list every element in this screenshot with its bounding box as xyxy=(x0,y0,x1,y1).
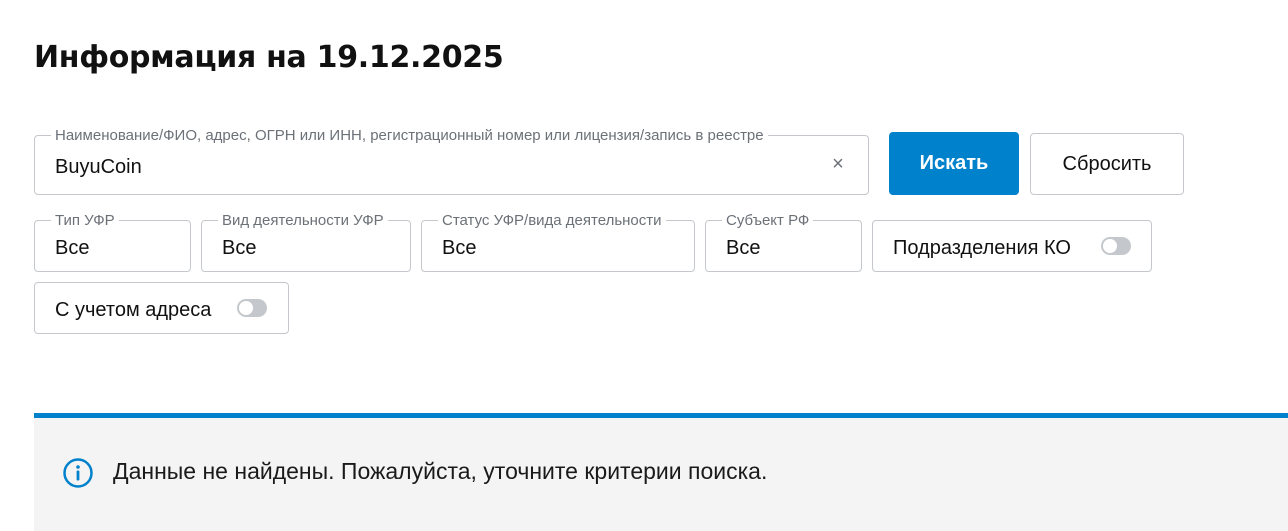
with-address-label: С учетом адреса xyxy=(55,299,212,321)
filter-ufr-type-value[interactable]: Все xyxy=(55,237,89,260)
filter-status-value[interactable]: Все xyxy=(442,237,476,260)
search-input[interactable]: Наименование/ФИО, адрес, ОГРН или ИНН, р… xyxy=(34,128,869,195)
search-input-label: Наименование/ФИО, адрес, ОГРН или ИНН, р… xyxy=(51,128,768,144)
filter-ufr-type-select[interactable]: Тип УФР Все xyxy=(34,213,191,272)
page-title: Информация на 19.12.2025 xyxy=(34,40,504,75)
with-address-toggle-field[interactable]: С учетом адреса xyxy=(34,282,289,334)
ko-divisions-toggle-field[interactable]: Подразделения КО xyxy=(872,220,1152,272)
filter-activity-label: Вид деятельности УФР xyxy=(218,213,388,229)
filter-activity-value[interactable]: Все xyxy=(222,237,256,260)
filter-status-label: Статус УФР/вида деятельности xyxy=(438,213,666,229)
search-input-value[interactable]: BuyuCoin xyxy=(55,156,142,179)
clear-icon[interactable]: × xyxy=(830,154,846,174)
info-icon xyxy=(63,458,93,488)
filter-activity-select[interactable]: Вид деятельности УФР Все xyxy=(201,213,411,272)
filter-region-value[interactable]: Все xyxy=(726,237,760,260)
ko-divisions-label: Подразделения КО xyxy=(893,237,1071,259)
search-button[interactable]: Искать xyxy=(889,132,1019,195)
with-address-switch[interactable] xyxy=(237,299,267,317)
switch-knob xyxy=(239,301,253,315)
switch-knob xyxy=(1103,239,1117,253)
ko-divisions-switch[interactable] xyxy=(1101,237,1131,255)
alert-message: Данные не найдены. Пожалуйста, уточните … xyxy=(113,458,768,484)
no-results-alert: Данные не найдены. Пожалуйста, уточните … xyxy=(34,413,1288,531)
filter-region-select[interactable]: Субъект РФ Все xyxy=(705,213,862,272)
filter-status-select[interactable]: Статус УФР/вида деятельности Все xyxy=(421,213,695,272)
filter-ufr-type-label: Тип УФР xyxy=(51,213,119,229)
filter-region-label: Субъект РФ xyxy=(722,213,814,229)
reset-button[interactable]: Сбросить xyxy=(1030,133,1184,195)
